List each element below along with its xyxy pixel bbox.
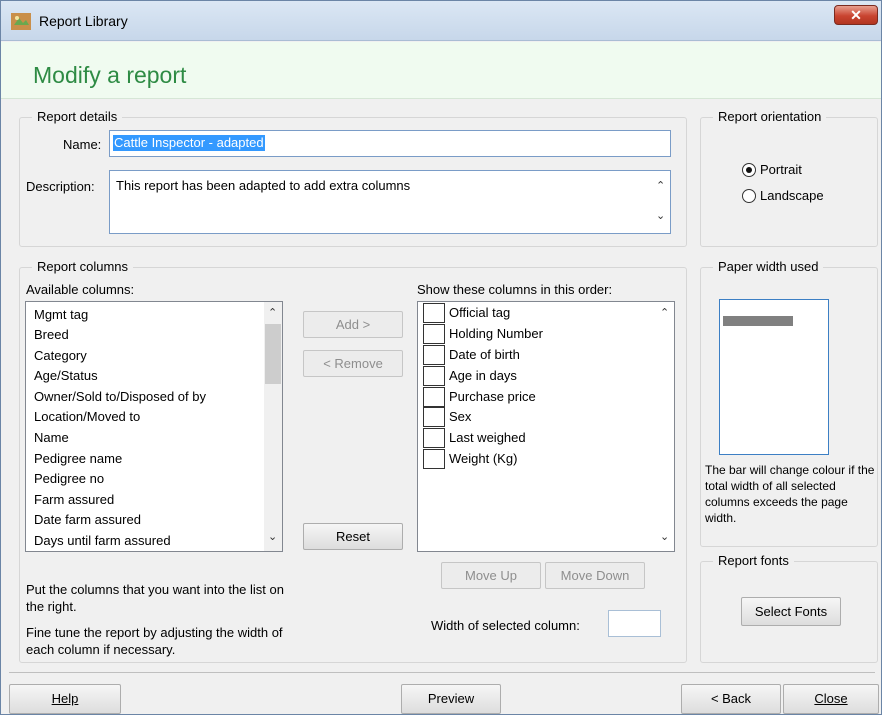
list-item[interactable]: Location/Moved to: [34, 407, 140, 427]
list-item[interactable]: Weight (Kg): [449, 449, 517, 469]
list-item[interactable]: Sex: [449, 407, 471, 427]
move-down-button[interactable]: Move Down: [545, 562, 645, 589]
add-button[interactable]: Add >: [303, 311, 403, 338]
scroll-up-icon[interactable]: ⌃: [656, 179, 665, 192]
list-item[interactable]: Owner/Sold to/Disposed of by: [34, 387, 206, 407]
selected-columns-label: Show these columns in this order:: [417, 282, 613, 297]
column-checkbox[interactable]: [423, 407, 445, 427]
list-item[interactable]: Last weighed: [449, 428, 526, 448]
report-columns-legend: Report columns: [32, 259, 134, 275]
column-checkbox[interactable]: [423, 449, 445, 469]
list-item[interactable]: Official tag: [449, 303, 510, 323]
description-label: Description:: [26, 179, 95, 194]
list-item[interactable]: Pedigree no: [34, 469, 104, 489]
remove-button[interactable]: < Remove: [303, 350, 403, 377]
list-item[interactable]: Breed: [34, 325, 69, 345]
list-item[interactable]: Pedigree name: [34, 449, 122, 469]
description-input[interactable]: This report has been adapted to add extr…: [109, 170, 671, 234]
window-title: Report Library: [39, 13, 128, 29]
name-input[interactable]: Cattle Inspector - adapted: [109, 130, 671, 157]
column-width-label: Width of selected column:: [431, 618, 580, 633]
portrait-label[interactable]: Portrait: [760, 162, 802, 177]
scroll-thumb[interactable]: [265, 324, 281, 384]
paper-width-bar: [723, 316, 793, 326]
page-title: Modify a report: [33, 62, 187, 88]
name-input-value: Cattle Inspector - adapted: [113, 135, 265, 151]
column-checkbox[interactable]: [423, 387, 445, 407]
list-item[interactable]: Date of birth: [449, 345, 520, 365]
available-columns-list[interactable]: Mgmt tag Breed Category Age/Status Owner…: [25, 301, 283, 552]
app-icon: [11, 13, 31, 30]
description-scrollbar[interactable]: ⌃ ⌄: [652, 171, 670, 233]
report-details-legend: Report details: [32, 109, 123, 125]
scroll-up-icon[interactable]: ⌃: [660, 306, 669, 319]
report-orientation-group: Report orientation: [700, 109, 878, 247]
list-item[interactable]: Date farm assured: [34, 510, 141, 530]
column-checkbox[interactable]: [423, 324, 445, 344]
column-checkbox[interactable]: [423, 366, 445, 386]
report-orientation-legend: Report orientation: [713, 109, 827, 125]
help-button[interactable]: Help: [9, 684, 121, 714]
footer-divider: [9, 672, 875, 673]
move-up-button[interactable]: Move Up: [441, 562, 541, 589]
preview-button[interactable]: Preview: [401, 684, 501, 714]
window-close-button[interactable]: ✕: [834, 5, 878, 25]
list-item[interactable]: Days until farm assured: [34, 531, 171, 551]
columns-hint-2: Fine tune the report by adjusting the wi…: [26, 625, 283, 657]
portrait-radio[interactable]: [742, 163, 756, 177]
paper-width-note: The bar will change colour if the total …: [705, 463, 875, 525]
back-button[interactable]: < Back: [681, 684, 781, 714]
list-item[interactable]: Holding Number: [449, 324, 543, 344]
list-item[interactable]: Farm assured: [34, 490, 114, 510]
list-item[interactable]: Age in days: [449, 366, 517, 386]
column-checkbox[interactable]: [423, 303, 445, 323]
report-fonts-legend: Report fonts: [713, 553, 794, 569]
title-bar: Report Library ✕: [1, 1, 881, 41]
header-band: Modify a report: [1, 42, 881, 99]
selected-columns-list[interactable]: Official tag Holding Number Date of birt…: [417, 301, 675, 552]
select-fonts-button[interactable]: Select Fonts: [741, 597, 841, 626]
available-columns-label: Available columns:: [26, 282, 135, 297]
scroll-down-icon[interactable]: ⌄: [656, 209, 665, 222]
paper-preview: [719, 299, 829, 455]
scroll-down-icon[interactable]: ⌄: [660, 530, 669, 543]
list-item[interactable]: Category: [34, 346, 87, 366]
available-list-scrollbar[interactable]: ⌃ ⌄: [264, 302, 282, 551]
close-button-label: Close: [814, 691, 848, 706]
list-item[interactable]: Mgmt tag: [34, 305, 88, 325]
report-library-window: Report Library ✕ Modify a report Report …: [0, 0, 882, 715]
column-checkbox[interactable]: [423, 345, 445, 365]
close-button[interactable]: Close: [783, 684, 879, 714]
landscape-label[interactable]: Landscape: [760, 188, 824, 203]
list-item[interactable]: Age/Status: [34, 366, 98, 386]
columns-hint-1: Put the columns that you want into the l…: [26, 582, 284, 614]
scroll-down-icon[interactable]: ⌄: [268, 530, 277, 543]
name-label: Name:: [63, 137, 102, 152]
reset-button[interactable]: Reset: [303, 523, 403, 550]
column-checkbox[interactable]: [423, 428, 445, 448]
column-width-input[interactable]: [608, 610, 661, 637]
list-item[interactable]: Purchase price: [449, 387, 536, 407]
scroll-up-icon[interactable]: ⌃: [268, 306, 277, 319]
landscape-radio[interactable]: [742, 189, 756, 203]
help-button-label: Help: [51, 691, 79, 706]
list-item[interactable]: Name: [34, 428, 69, 448]
description-value: This report has been adapted to add extr…: [116, 178, 411, 193]
selected-list-scrollbar[interactable]: ⌃ ⌄: [656, 302, 674, 551]
paper-width-legend: Paper width used: [713, 259, 824, 275]
